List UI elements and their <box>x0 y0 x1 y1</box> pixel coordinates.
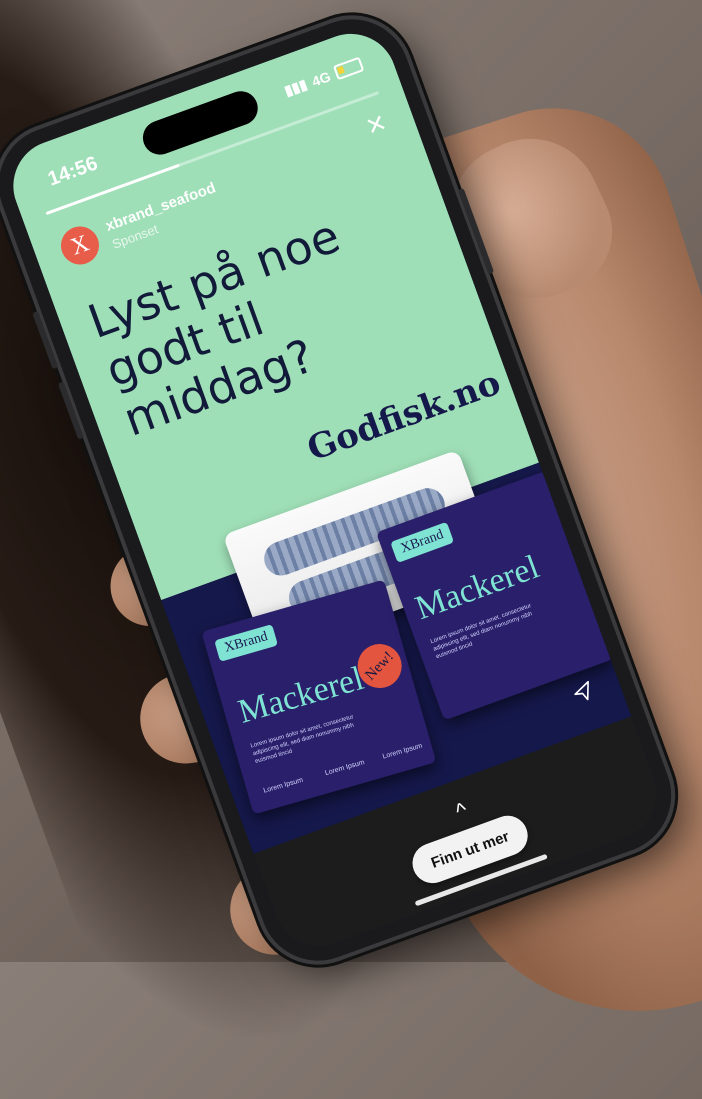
pack-brand-tag: XBrand <box>214 624 279 662</box>
pack-small-label: Lorem Ipsum <box>324 759 366 778</box>
pack-small-label: Lorem Ipsum <box>262 776 304 795</box>
pack-brand-tag: XBrand <box>390 521 455 563</box>
pack-small-label: Lorem Ipsum <box>381 742 424 761</box>
